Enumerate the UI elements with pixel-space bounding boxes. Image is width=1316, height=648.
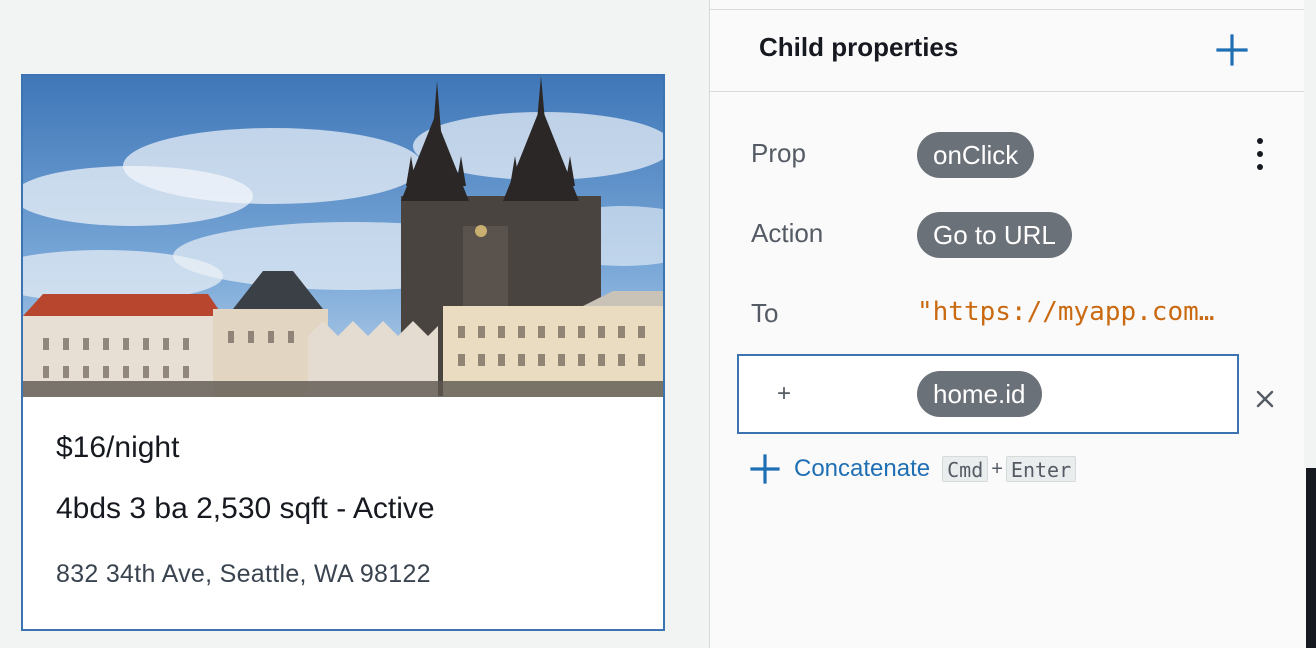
prop-value-pill[interactable]: onClick: [917, 132, 1035, 178]
concat-value-pill[interactable]: home.id: [917, 371, 1042, 417]
listing-image: [23, 76, 663, 397]
action-value-pill[interactable]: Go to URL: [917, 212, 1072, 258]
concat-operator: +: [777, 380, 792, 407]
more-options-icon[interactable]: [1250, 136, 1270, 172]
shortcut-key-cmd: Cmd: [942, 456, 989, 482]
shortcut-key-enter: Enter: [1005, 456, 1077, 482]
child-properties-panel: Child properties Prop onClick Action Go …: [709, 0, 1305, 648]
prague-photo: [23, 76, 663, 397]
listing-specs: 4bds 3 ba 2,530 sqft - Active: [56, 492, 435, 525]
close-icon[interactable]: [1253, 387, 1277, 411]
listing-price: $16/night: [56, 431, 180, 464]
window-edge-line: [1304, 468, 1306, 648]
to-label: To: [751, 298, 779, 328]
panel-title: Child properties: [759, 32, 959, 62]
concatenate-label: Concatenate: [794, 455, 931, 482]
panel-header: Child properties: [710, 10, 1305, 92]
concatenate-row[interactable]: + home.id: [737, 354, 1239, 434]
listing-address: 832 34th Ave, Seattle, WA 98122: [56, 560, 431, 588]
shortcut-plus: +: [991, 457, 1003, 480]
prop-label: Prop: [751, 138, 806, 168]
design-canvas: $16/night 4bds 3 ba 2,530 sqft - Active …: [0, 0, 709, 648]
url-string-value[interactable]: "https://myapp.com…: [917, 297, 1239, 327]
listing-card[interactable]: $16/night 4bds 3 ba 2,530 sqft - Active …: [21, 74, 665, 631]
action-label: Action: [751, 218, 824, 248]
plus-icon[interactable]: [1216, 34, 1248, 66]
plus-icon: [750, 454, 780, 484]
concatenate-button[interactable]: Concatenate Cmd + Enter: [750, 453, 1077, 485]
